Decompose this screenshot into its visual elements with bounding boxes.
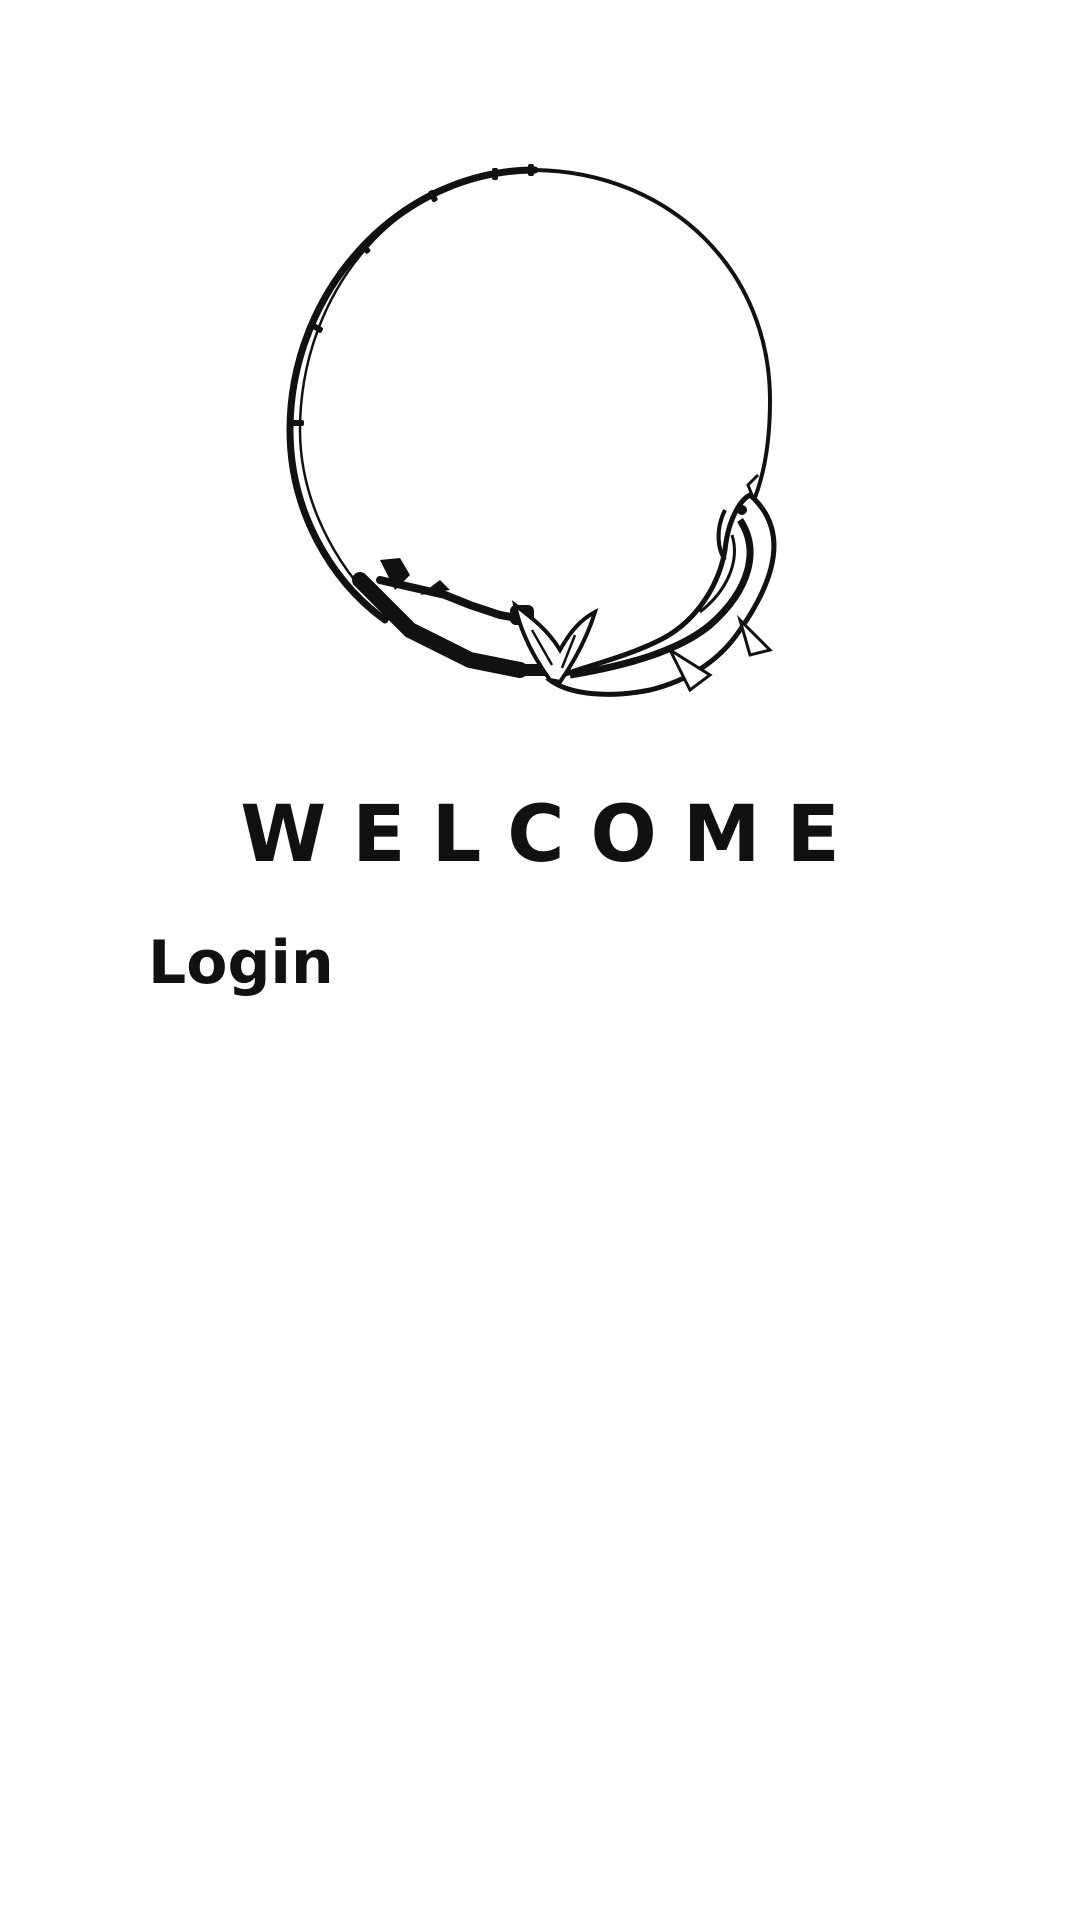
welcome-screen: WELCOME Login [0, 0, 1080, 1920]
fishing-rod-fish-icon [270, 150, 810, 710]
login-link[interactable]: Login [148, 928, 334, 998]
welcome-title: WELCOME [240, 790, 866, 880]
